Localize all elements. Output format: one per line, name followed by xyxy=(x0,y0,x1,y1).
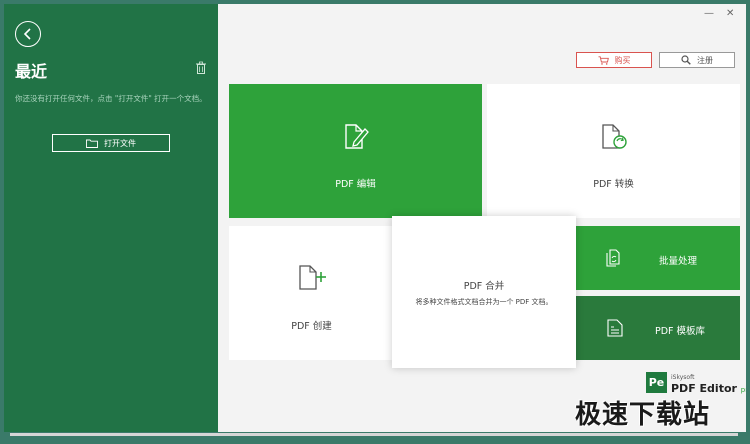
edit-document-icon xyxy=(345,124,369,149)
create-document-icon xyxy=(299,265,326,290)
site-watermark: 极速下载站 xyxy=(575,400,711,430)
pdf-convert-tile[interactable]: PDF 转换 xyxy=(487,84,740,218)
buy-button[interactable]: 购买 xyxy=(576,52,652,68)
pdf-edit-label: PDF 编辑 xyxy=(335,179,376,190)
pdf-merge-description: 将多种文件格式文档合并为一个 PDF 文档。 xyxy=(415,298,553,306)
pdf-create-tile[interactable]: PDF 创建 xyxy=(229,226,394,360)
chevron-left-icon xyxy=(23,28,31,40)
pdf-convert-label: PDF 转换 xyxy=(593,179,634,190)
recent-sidebar: 最近 你还没有打开任何文件，点击 "打开文件" 打开一个文档。 打开文件 xyxy=(4,4,218,432)
pdf-template-tile[interactable]: PDF 模板库 xyxy=(576,296,740,360)
folder-icon xyxy=(86,139,98,148)
register-button[interactable]: 注册 xyxy=(659,52,735,68)
open-file-label: 打开文件 xyxy=(104,138,136,148)
recent-title: 最近 xyxy=(15,62,48,81)
batch-process-tile[interactable]: 批量处理 xyxy=(576,226,740,290)
product-logo-badge: Pe xyxy=(646,372,667,393)
empty-recent-hint: 你还没有打开任何文件，点击 "打开文件" 打开一个文档。 xyxy=(15,94,207,103)
logo-edition: pro xyxy=(740,386,746,394)
close-button[interactable]: ✕ xyxy=(726,8,734,19)
back-button[interactable] xyxy=(15,21,41,47)
open-file-button[interactable]: 打开文件 xyxy=(52,134,170,152)
trash-icon[interactable] xyxy=(194,61,208,75)
pdf-merge-tile[interactable]: PDF 合并 将多种文件格式文档合并为一个 PDF 文档。 xyxy=(392,216,576,368)
register-label: 注册 xyxy=(697,55,713,65)
pdf-merge-label: PDF 合并 xyxy=(463,281,505,292)
cart-icon xyxy=(598,55,609,65)
pdf-edit-tile[interactable]: PDF 编辑 xyxy=(229,84,482,218)
buy-label: 购买 xyxy=(614,55,631,65)
search-key-icon xyxy=(681,55,691,65)
minimize-button[interactable]: — xyxy=(704,8,714,19)
pdf-template-label: PDF 模板库 xyxy=(654,326,706,337)
app-window: 最近 你还没有打开任何文件，点击 "打开文件" 打开一个文档。 打开文件 — ✕… xyxy=(4,4,746,432)
bottom-scrollbar[interactable] xyxy=(10,433,738,436)
pdf-create-label: PDF 创建 xyxy=(291,321,332,332)
convert-document-icon xyxy=(602,124,627,149)
batch-process-label: 批量处理 xyxy=(658,256,697,267)
logo-brand: iSkysoft xyxy=(671,374,695,381)
